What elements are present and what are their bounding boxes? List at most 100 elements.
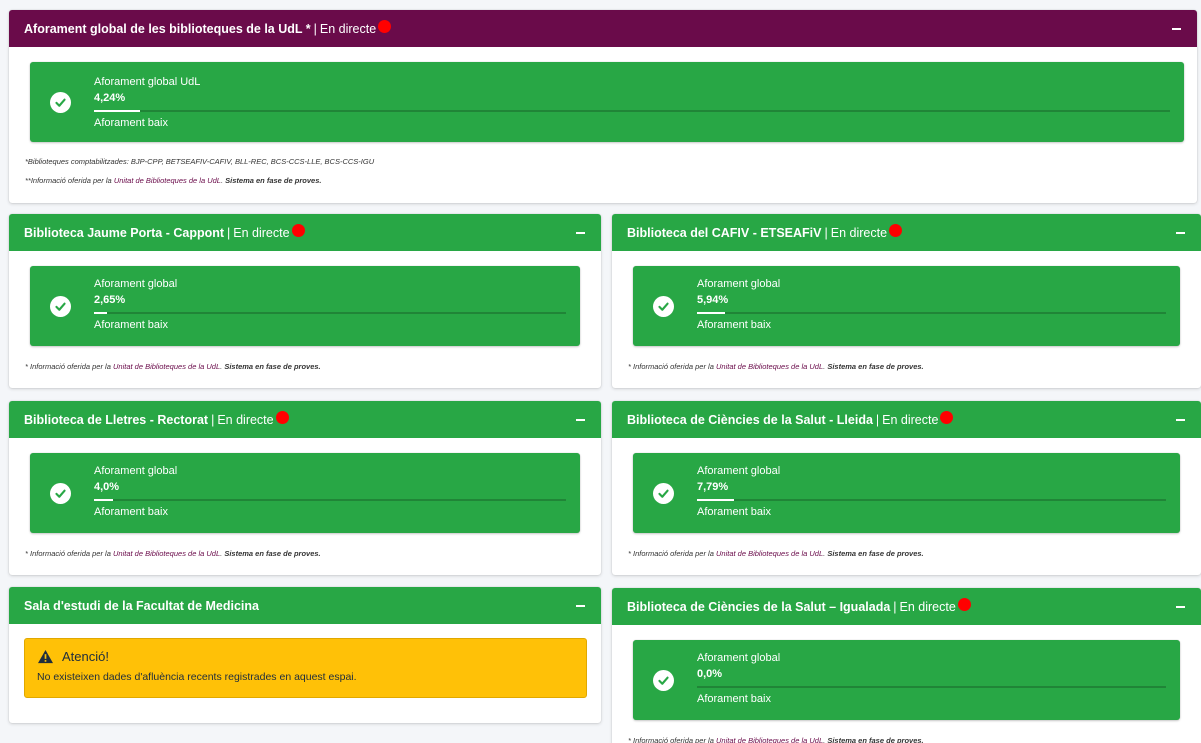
progress-track bbox=[94, 499, 566, 501]
info-value: 4,24% bbox=[94, 92, 126, 104]
source-note: * Informació oferida per la Unitat de Bi… bbox=[25, 549, 321, 558]
progress-track bbox=[697, 686, 1166, 688]
library-unit-link[interactable]: Unitat de Biblioteques de la UdL bbox=[113, 362, 220, 371]
library-unit-link[interactable]: Unitat de Biblioteques de la UdL bbox=[716, 736, 823, 743]
live-label: En directe bbox=[899, 599, 956, 614]
library-card-header: Biblioteca de Ciències de la Salut – Igu… bbox=[612, 588, 1201, 625]
occupancy-info-box: Aforament global 0,0% Aforament baix bbox=[633, 640, 1180, 720]
library-card-cappont: Biblioteca Jaume Porta - Cappont | En dire… bbox=[9, 214, 601, 388]
card-title: Biblioteca de Lletres - Rectorat bbox=[24, 412, 209, 427]
library-card-header: Biblioteca de Lletres - Rectorat | En dire… bbox=[9, 401, 601, 438]
collapse-button[interactable] bbox=[1167, 20, 1185, 38]
live-indicator-icon bbox=[889, 224, 903, 237]
card-title: Biblioteca de Ciències de la Salut - Lle… bbox=[627, 412, 873, 427]
collapse-button[interactable] bbox=[1171, 598, 1189, 616]
minus-icon bbox=[1175, 231, 1185, 234]
check-circle-icon bbox=[653, 483, 674, 504]
source-note: **Informació oferida per la Unitat de Bi… bbox=[25, 176, 322, 185]
source-note: * Informació oferida per la Unitat de Bi… bbox=[628, 736, 924, 743]
library-card-lletres: Biblioteca de Lletres - Rectorat | En dire… bbox=[9, 401, 601, 575]
library-card-salut-igualada: Biblioteca de Ciències de la Salut – Igu… bbox=[612, 588, 1201, 743]
check-circle-icon bbox=[653, 296, 674, 317]
info-label: Aforament global bbox=[697, 652, 781, 664]
info-description: Aforament baix bbox=[697, 506, 771, 518]
info-description: Aforament baix bbox=[94, 117, 168, 129]
no-data-alert: Atenció! No existeixen dades d'afluència… bbox=[24, 638, 587, 698]
info-value: 4,0% bbox=[94, 481, 120, 493]
progress-bar bbox=[94, 499, 113, 501]
minus-icon bbox=[575, 231, 585, 234]
separator: | bbox=[227, 225, 231, 240]
alert-text: No existeixen dades d'afluència recents … bbox=[37, 671, 357, 683]
progress-bar bbox=[94, 110, 140, 112]
library-card-salut-lleida: Biblioteca de Ciències de la Salut - Lle… bbox=[612, 401, 1201, 575]
collapse-button[interactable] bbox=[571, 597, 589, 615]
library-unit-link[interactable]: Unitat de Biblioteques de la UdL bbox=[716, 549, 823, 558]
info-value: 7,79% bbox=[697, 481, 729, 493]
info-label: Aforament global bbox=[697, 278, 781, 290]
global-card-header: Aforament global de les biblioteques de … bbox=[9, 10, 1197, 47]
card-title: Sala d'estudi de la Facultat de Medicina bbox=[24, 598, 259, 613]
counted-libraries-note: *Biblioteques comptabilitzades: BJP-CPP,… bbox=[25, 157, 375, 166]
minus-icon bbox=[575, 604, 585, 607]
live-label: En directe bbox=[830, 225, 888, 240]
library-card-header: Biblioteca de Ciències de la Salut - Lle… bbox=[612, 401, 1201, 438]
warning-triangle-icon bbox=[38, 649, 53, 664]
progress-track bbox=[697, 312, 1166, 314]
info-label: Aforament global bbox=[94, 278, 178, 290]
progress-bar bbox=[697, 312, 725, 314]
live-label: En directe bbox=[882, 412, 939, 427]
live-label: En directe bbox=[217, 412, 274, 427]
separator: | bbox=[824, 225, 828, 240]
check-circle-icon bbox=[653, 670, 674, 691]
source-note: * Informació oferida per la Unitat de Bi… bbox=[628, 549, 924, 558]
progress-track bbox=[94, 312, 566, 314]
info-description: Aforament baix bbox=[94, 506, 168, 518]
info-value: 2,65% bbox=[94, 294, 126, 306]
library-unit-link[interactable]: Unitat de Biblioteques de la UdL bbox=[113, 549, 220, 558]
info-value: 0,0% bbox=[697, 668, 723, 680]
progress-bar bbox=[697, 499, 734, 501]
check-circle-icon bbox=[50, 296, 71, 317]
alert-title: Atenció! bbox=[37, 649, 574, 664]
progress-track bbox=[697, 499, 1166, 501]
live-indicator-icon bbox=[275, 411, 289, 424]
occupancy-info-box: Aforament global 2,65% Aforament baix bbox=[30, 266, 580, 346]
card-title: Biblioteca de Ciències de la Salut – Igu… bbox=[627, 599, 891, 614]
card-title: Aforament global de les biblioteques de … bbox=[24, 21, 311, 36]
separator: | bbox=[313, 21, 317, 36]
collapse-button[interactable] bbox=[571, 224, 589, 242]
check-circle-icon bbox=[50, 483, 71, 504]
card-title: Biblioteca Jaume Porta - Cappont bbox=[24, 225, 225, 240]
collapse-button[interactable] bbox=[1171, 411, 1189, 429]
minus-icon bbox=[1175, 605, 1185, 608]
info-label: Aforament global bbox=[94, 465, 178, 477]
collapse-button[interactable] bbox=[571, 411, 589, 429]
collapse-button[interactable] bbox=[1171, 224, 1189, 242]
info-label: Aforament global UdL bbox=[94, 76, 201, 88]
check-circle-icon bbox=[50, 92, 71, 113]
medicina-card-header: Sala d'estudi de la Facultat de Medicina bbox=[9, 587, 601, 624]
live-indicator-icon bbox=[291, 224, 305, 237]
info-value: 5,94% bbox=[697, 294, 729, 306]
live-indicator-icon bbox=[957, 598, 971, 611]
occupancy-info-box: Aforament global 4,0% Aforament baix bbox=[30, 453, 580, 533]
minus-icon bbox=[1175, 418, 1185, 421]
separator: | bbox=[211, 412, 215, 427]
info-description: Aforament baix bbox=[697, 693, 771, 705]
progress-bar bbox=[94, 312, 107, 314]
global-occupancy-card: Aforament global de les biblioteques de … bbox=[9, 10, 1197, 203]
library-unit-link[interactable]: Unitat de Biblioteques de la UdL bbox=[716, 362, 823, 371]
live-indicator-icon bbox=[940, 411, 954, 424]
live-label: En directe bbox=[319, 21, 377, 36]
card-title: Biblioteca del CAFIV - ETSEAFiV bbox=[627, 225, 822, 240]
minus-icon bbox=[575, 418, 585, 421]
library-card-cafiv: Biblioteca del CAFIV - ETSEAFiV | En direc… bbox=[612, 214, 1201, 388]
library-card-header: Biblioteca del CAFIV - ETSEAFiV | En direc… bbox=[612, 214, 1201, 251]
occupancy-info-box: Aforament global 5,94% Aforament baix bbox=[633, 266, 1180, 346]
separator: | bbox=[893, 599, 897, 614]
info-description: Aforament baix bbox=[94, 319, 168, 331]
live-indicator-icon bbox=[378, 20, 392, 33]
live-label: En directe bbox=[233, 225, 290, 240]
library-unit-link[interactable]: Unitat de Biblioteques de la UdL bbox=[114, 176, 221, 185]
